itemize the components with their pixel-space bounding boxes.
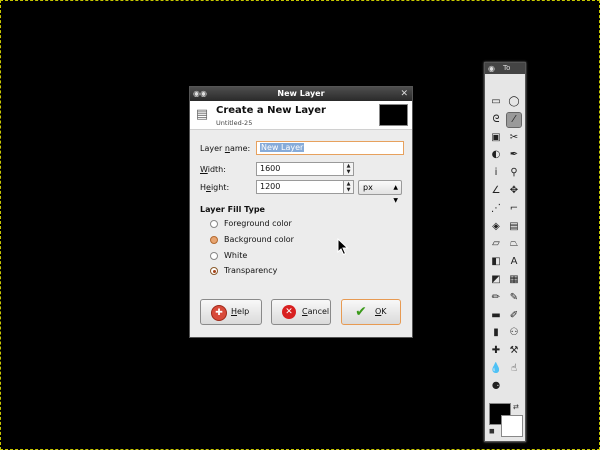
perspective-clone-icon[interactable]: ⚒ bbox=[507, 344, 521, 358]
color-picker-icon[interactable]: ⅰ bbox=[489, 166, 503, 180]
window-menu-icon[interactable]: ◉◉ bbox=[193, 87, 207, 101]
radio-button[interactable] bbox=[210, 236, 218, 244]
mouse-pointer-icon bbox=[337, 238, 349, 256]
radio-label: Transparency bbox=[224, 266, 278, 275]
align-icon[interactable]: ⋰ bbox=[489, 202, 503, 216]
help-button[interactable]: ✚ Help bbox=[200, 299, 262, 325]
zoom-icon[interactable]: ⚲ bbox=[507, 166, 521, 180]
help-button-label: Help bbox=[231, 307, 250, 316]
rect-select-icon[interactable]: ▭ bbox=[489, 95, 503, 109]
ok-button-label: OK bbox=[375, 307, 387, 316]
radio-label: Background color bbox=[224, 235, 294, 244]
move-icon[interactable]: ✥ bbox=[507, 184, 521, 198]
pencil-icon[interactable]: ✏ bbox=[489, 291, 503, 305]
height-value: 1200 bbox=[260, 182, 281, 191]
foreground-select-icon[interactable]: ◐ bbox=[489, 148, 503, 162]
radio-label: White bbox=[224, 251, 248, 260]
toolbox-title: To bbox=[503, 64, 511, 72]
fill-type-heading: Layer Fill Type bbox=[200, 205, 265, 214]
toolbox-titlebar[interactable]: ◉ To bbox=[485, 63, 525, 74]
unit-value: px bbox=[363, 183, 373, 192]
ok-button[interactable]: ✔ OK bbox=[341, 299, 401, 325]
airbrush-icon[interactable]: ✐ bbox=[507, 309, 521, 323]
lifebuoy-icon: ✚ bbox=[211, 305, 227, 321]
toolbox-window: ◉ To ▭ ◯ ᘓ ⁄ ▣ ✂ ◐ ✒ ⅰ ⚲ ∠ ✥ ⋰ ⌐ ◈ ▤ ▱ ⏢… bbox=[484, 62, 526, 442]
width-value: 1600 bbox=[260, 164, 281, 173]
blend-icon[interactable]: ▦ bbox=[507, 273, 521, 287]
reset-colors-icon[interactable]: ◼ bbox=[489, 427, 495, 435]
dialog-header-title: Create a New Layer bbox=[216, 105, 326, 116]
background-color-swatch[interactable] bbox=[501, 415, 523, 437]
dialog-titlebar[interactable]: ◉◉ New Layer ✕ bbox=[190, 87, 412, 101]
checkmark-icon: ✔ bbox=[355, 304, 367, 320]
text-icon[interactable]: A bbox=[507, 255, 521, 269]
blur-icon[interactable]: 💧 bbox=[489, 362, 503, 376]
paths-icon[interactable]: ✒ bbox=[507, 148, 521, 162]
dialog-window-title: New Layer bbox=[277, 89, 325, 98]
tool-grid: ▭ ◯ ᘓ ⁄ ▣ ✂ ◐ ✒ ⅰ ⚲ ∠ ✥ ⋰ ⌐ ◈ ▤ ▱ ⏢ ◧ A … bbox=[487, 93, 523, 396]
swap-colors-icon[interactable]: ⇄ bbox=[513, 403, 519, 411]
height-label: Height: bbox=[200, 183, 230, 192]
cancel-icon: ✕ bbox=[282, 305, 296, 319]
scale-icon[interactable]: ▤ bbox=[507, 220, 521, 234]
window-menu-icon[interactable]: ◉ bbox=[488, 64, 495, 73]
dialog-header: ▤ Create a New Layer Untitled-25 bbox=[190, 101, 412, 130]
image-name: Untitled-25 bbox=[216, 119, 253, 127]
radio-button[interactable] bbox=[210, 220, 218, 228]
ellipse-select-icon[interactable]: ◯ bbox=[507, 95, 521, 109]
bucket-fill-icon[interactable]: ◩ bbox=[489, 273, 503, 287]
chevron-updown-icon: ▲ ▼ bbox=[393, 184, 398, 204]
unit-select[interactable]: px ▲ ▼ bbox=[358, 180, 402, 204]
paintbrush-icon[interactable]: ✎ bbox=[507, 291, 521, 305]
new-layer-dialog: ◉◉ New Layer ✕ ▤ Create a New Layer Unti… bbox=[189, 86, 413, 338]
image-preview bbox=[379, 104, 408, 126]
layer-name-value: New Layer bbox=[260, 143, 305, 152]
layer-name-input[interactable]: New Layer bbox=[256, 141, 404, 155]
width-stepper[interactable]: ▲ ▼ bbox=[344, 162, 354, 176]
scissors-icon[interactable]: ✂ bbox=[507, 131, 521, 145]
rotate-icon[interactable]: ◈ bbox=[489, 220, 503, 234]
heal-icon[interactable]: ✚ bbox=[489, 344, 503, 358]
free-select-icon[interactable]: ᘓ bbox=[489, 113, 503, 127]
close-icon[interactable]: ✕ bbox=[400, 87, 408, 101]
smudge-icon[interactable]: ☝ bbox=[507, 362, 521, 376]
height-input[interactable]: 1200 bbox=[256, 180, 344, 194]
width-label: Width: bbox=[200, 165, 226, 174]
new-layer-icon: ▤ bbox=[195, 107, 209, 122]
color-swatches: ⇄ ◼ bbox=[489, 403, 523, 437]
clone-icon[interactable]: ⚇ bbox=[507, 326, 521, 340]
fuzzy-select-icon[interactable]: ⁄ bbox=[506, 111, 522, 128]
dodge-burn-icon[interactable]: ⚈ bbox=[489, 380, 503, 394]
layer-name-label: Layer name: bbox=[200, 144, 251, 153]
perspective-icon[interactable]: ⏢ bbox=[507, 237, 521, 251]
eraser-icon[interactable]: ▬ bbox=[489, 309, 503, 323]
radio-label: Foreground color bbox=[224, 219, 292, 228]
measure-icon[interactable]: ∠ bbox=[489, 184, 503, 198]
radio-button[interactable] bbox=[210, 252, 218, 260]
shear-icon[interactable]: ▱ bbox=[489, 237, 503, 251]
flip-icon[interactable]: ◧ bbox=[489, 255, 503, 269]
radio-button-selected[interactable] bbox=[210, 267, 218, 275]
width-input[interactable]: 1600 bbox=[256, 162, 344, 176]
color-select-icon[interactable]: ▣ bbox=[489, 131, 503, 145]
cancel-button[interactable]: ✕ Cancel bbox=[271, 299, 331, 325]
height-stepper[interactable]: ▲ ▼ bbox=[344, 180, 354, 194]
ink-icon[interactable]: ▮ bbox=[489, 326, 503, 340]
crop-icon[interactable]: ⌐ bbox=[507, 202, 521, 216]
cancel-button-label: Cancel bbox=[302, 307, 330, 316]
